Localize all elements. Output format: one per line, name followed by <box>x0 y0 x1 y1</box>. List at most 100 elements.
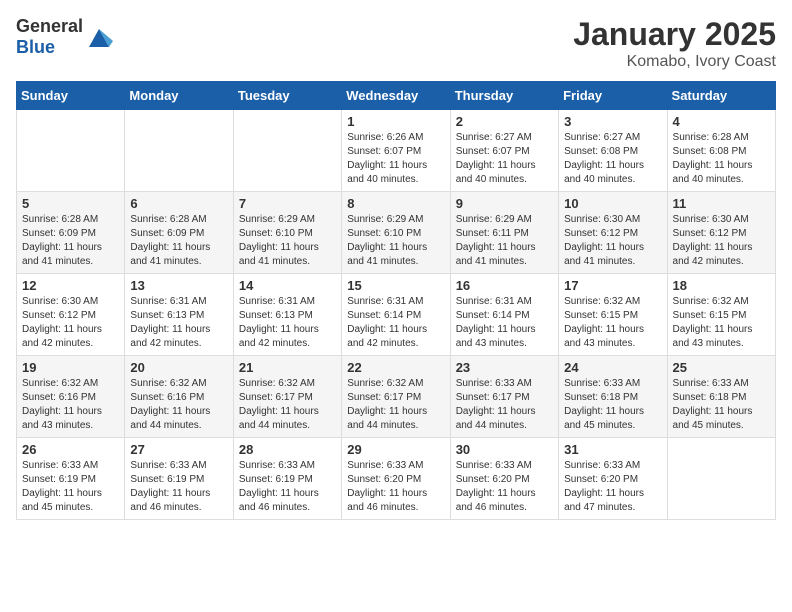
day-number: 16 <box>456 278 553 293</box>
day-number: 28 <box>239 442 336 457</box>
calendar-cell: 8 Sunrise: 6:29 AMSunset: 6:10 PMDaylight… <box>342 192 450 274</box>
day-info: Sunrise: 6:31 AMSunset: 6:13 PMDaylight:… <box>239 295 336 351</box>
calendar-cell <box>17 110 125 192</box>
day-info: Sunrise: 6:30 AMSunset: 6:12 PMDaylight:… <box>22 295 119 351</box>
calendar-cell: 27 Sunrise: 6:33 AMSunset: 6:19 PMDayligh… <box>125 438 233 520</box>
calendar-cell: 19 Sunrise: 6:32 AMSunset: 6:16 PMDayligh… <box>17 356 125 438</box>
day-info: Sunrise: 6:30 AMSunset: 6:12 PMDaylight:… <box>564 213 661 269</box>
calendar-cell: 12 Sunrise: 6:30 AMSunset: 6:12 PMDayligh… <box>17 274 125 356</box>
day-number: 19 <box>22 360 119 375</box>
weekday-header-saturday: Saturday <box>667 82 775 110</box>
day-info: Sunrise: 6:31 AMSunset: 6:14 PMDaylight:… <box>347 295 444 351</box>
calendar-cell: 2 Sunrise: 6:27 AMSunset: 6:07 PMDaylight… <box>450 110 558 192</box>
day-number: 5 <box>22 196 119 211</box>
calendar-cell: 4Sunrise: 6:28 AMSunset: 6:08 PMDaylight… <box>667 110 775 192</box>
page-header: General Blue January 2025 Komabo, Ivory … <box>16 16 776 71</box>
day-number: 18 <box>673 278 770 293</box>
day-info: Sunrise: 6:32 AMSunset: 6:15 PMDaylight:… <box>564 295 661 351</box>
day-info: Sunrise: 6:27 AMSunset: 6:07 PMDaylight:… <box>456 131 553 187</box>
calendar-cell <box>667 438 775 520</box>
day-info: Sunrise: 6:33 AMSunset: 6:20 PMDaylight:… <box>347 459 444 515</box>
calendar-cell: 29 Sunrise: 6:33 AMSunset: 6:20 PMDayligh… <box>342 438 450 520</box>
day-info: Sunrise: 6:29 AMSunset: 6:11 PMDaylight:… <box>456 213 553 269</box>
calendar-cell: 9 Sunrise: 6:29 AMSunset: 6:11 PMDaylight… <box>450 192 558 274</box>
day-info: Sunrise: 6:31 AMSunset: 6:13 PMDaylight:… <box>130 295 227 351</box>
day-info: Sunrise: 6:29 AMSunset: 6:10 PMDaylight:… <box>347 213 444 269</box>
day-info: Sunrise: 6:31 AMSunset: 6:14 PMDaylight:… <box>456 295 553 351</box>
day-number: 9 <box>456 196 553 211</box>
location-title: Komabo, Ivory Coast <box>573 53 776 71</box>
day-info: Sunrise: 6:32 AMSunset: 6:17 PMDaylight:… <box>347 377 444 433</box>
calendar-cell: 28 Sunrise: 6:33 AMSunset: 6:19 PMDayligh… <box>233 438 341 520</box>
weekday-header-thursday: Thursday <box>450 82 558 110</box>
calendar-cell: 10 Sunrise: 6:30 AMSunset: 6:12 PMDayligh… <box>559 192 667 274</box>
calendar-cell: 22 Sunrise: 6:32 AMSunset: 6:17 PMDayligh… <box>342 356 450 438</box>
day-number: 2 <box>456 114 553 129</box>
day-number: 3 <box>564 114 661 129</box>
day-number: 23 <box>456 360 553 375</box>
weekday-header-sunday: Sunday <box>17 82 125 110</box>
day-info: Sunrise: 6:33 AMSunset: 6:20 PMDaylight:… <box>456 459 553 515</box>
calendar-cell: 31Sunrise: 6:33 AMSunset: 6:20 PMDayligh… <box>559 438 667 520</box>
weekday-header-monday: Monday <box>125 82 233 110</box>
calendar-cell: 30 Sunrise: 6:33 AMSunset: 6:20 PMDayligh… <box>450 438 558 520</box>
day-number: 13 <box>130 278 227 293</box>
day-info: Sunrise: 6:27 AMSunset: 6:08 PMDaylight:… <box>564 131 661 187</box>
calendar-cell: 21 Sunrise: 6:32 AMSunset: 6:17 PMDayligh… <box>233 356 341 438</box>
day-number: 12 <box>22 278 119 293</box>
day-info: Sunrise: 6:32 AMSunset: 6:17 PMDaylight:… <box>239 377 336 433</box>
calendar-cell: 13 Sunrise: 6:31 AMSunset: 6:13 PMDayligh… <box>125 274 233 356</box>
calendar-cell: 26 Sunrise: 6:33 AMSunset: 6:19 PMDayligh… <box>17 438 125 520</box>
day-number: 10 <box>564 196 661 211</box>
day-number: 6 <box>130 196 227 211</box>
day-number: 24 <box>564 360 661 375</box>
calendar-cell: 15Sunrise: 6:31 AMSunset: 6:14 PMDayligh… <box>342 274 450 356</box>
calendar-cell: 11 Sunrise: 6:30 AMSunset: 6:12 PMDayligh… <box>667 192 775 274</box>
weekday-header-tuesday: Tuesday <box>233 82 341 110</box>
day-info: Sunrise: 6:33 AMSunset: 6:17 PMDaylight:… <box>456 377 553 433</box>
day-info: Sunrise: 6:33 AMSunset: 6:19 PMDaylight:… <box>22 459 119 515</box>
day-info: Sunrise: 6:32 AMSunset: 6:15 PMDaylight:… <box>673 295 770 351</box>
day-number: 8 <box>347 196 444 211</box>
calendar-cell: 25Sunrise: 6:33 AMSunset: 6:18 PMDayligh… <box>667 356 775 438</box>
calendar-cell: 7 Sunrise: 6:29 AMSunset: 6:10 PMDaylight… <box>233 192 341 274</box>
day-info: Sunrise: 6:33 AMSunset: 6:19 PMDaylight:… <box>130 459 227 515</box>
day-number: 27 <box>130 442 227 457</box>
weekday-header-friday: Friday <box>559 82 667 110</box>
day-number: 22 <box>347 360 444 375</box>
day-info: Sunrise: 6:33 AMSunset: 6:19 PMDaylight:… <box>239 459 336 515</box>
day-info: Sunrise: 6:32 AMSunset: 6:16 PMDaylight:… <box>22 377 119 433</box>
day-info: Sunrise: 6:28 AMSunset: 6:09 PMDaylight:… <box>130 213 227 269</box>
day-info: Sunrise: 6:32 AMSunset: 6:16 PMDaylight:… <box>130 377 227 433</box>
day-info: Sunrise: 6:33 AMSunset: 6:18 PMDaylight:… <box>564 377 661 433</box>
day-number: 29 <box>347 442 444 457</box>
day-info: Sunrise: 6:33 AMSunset: 6:18 PMDaylight:… <box>673 377 770 433</box>
day-info: Sunrise: 6:30 AMSunset: 6:12 PMDaylight:… <box>673 213 770 269</box>
calendar-cell: 20 Sunrise: 6:32 AMSunset: 6:16 PMDayligh… <box>125 356 233 438</box>
day-info: Sunrise: 6:26 AMSunset: 6:07 PMDaylight:… <box>347 131 444 187</box>
day-info: Sunrise: 6:28 AMSunset: 6:09 PMDaylight:… <box>22 213 119 269</box>
calendar-cell: 3 Sunrise: 6:27 AMSunset: 6:08 PMDaylight… <box>559 110 667 192</box>
day-info: Sunrise: 6:29 AMSunset: 6:10 PMDaylight:… <box>239 213 336 269</box>
day-number: 20 <box>130 360 227 375</box>
calendar-cell: 5 Sunrise: 6:28 AMSunset: 6:09 PMDaylight… <box>17 192 125 274</box>
day-number: 1 <box>347 114 444 129</box>
day-number: 17 <box>564 278 661 293</box>
calendar-cell: 24 Sunrise: 6:33 AMSunset: 6:18 PMDayligh… <box>559 356 667 438</box>
day-number: 11 <box>673 196 770 211</box>
calendar-cell: 16 Sunrise: 6:31 AMSunset: 6:14 PMDayligh… <box>450 274 558 356</box>
day-number: 7 <box>239 196 336 211</box>
logo-text: General Blue <box>16 16 83 58</box>
title-block: January 2025 Komabo, Ivory Coast <box>573 16 776 71</box>
day-number: 30 <box>456 442 553 457</box>
day-number: 4 <box>673 114 770 129</box>
day-number: 21 <box>239 360 336 375</box>
calendar-cell: 14Sunrise: 6:31 AMSunset: 6:13 PMDayligh… <box>233 274 341 356</box>
calendar-cell: 23 Sunrise: 6:33 AMSunset: 6:17 PMDayligh… <box>450 356 558 438</box>
day-number: 31 <box>564 442 661 457</box>
weekday-header-wednesday: Wednesday <box>342 82 450 110</box>
day-number: 26 <box>22 442 119 457</box>
calendar-cell: 17 Sunrise: 6:32 AMSunset: 6:15 PMDayligh… <box>559 274 667 356</box>
calendar-cell: 18 Sunrise: 6:32 AMSunset: 6:15 PMDayligh… <box>667 274 775 356</box>
month-title: January 2025 <box>573 16 776 53</box>
